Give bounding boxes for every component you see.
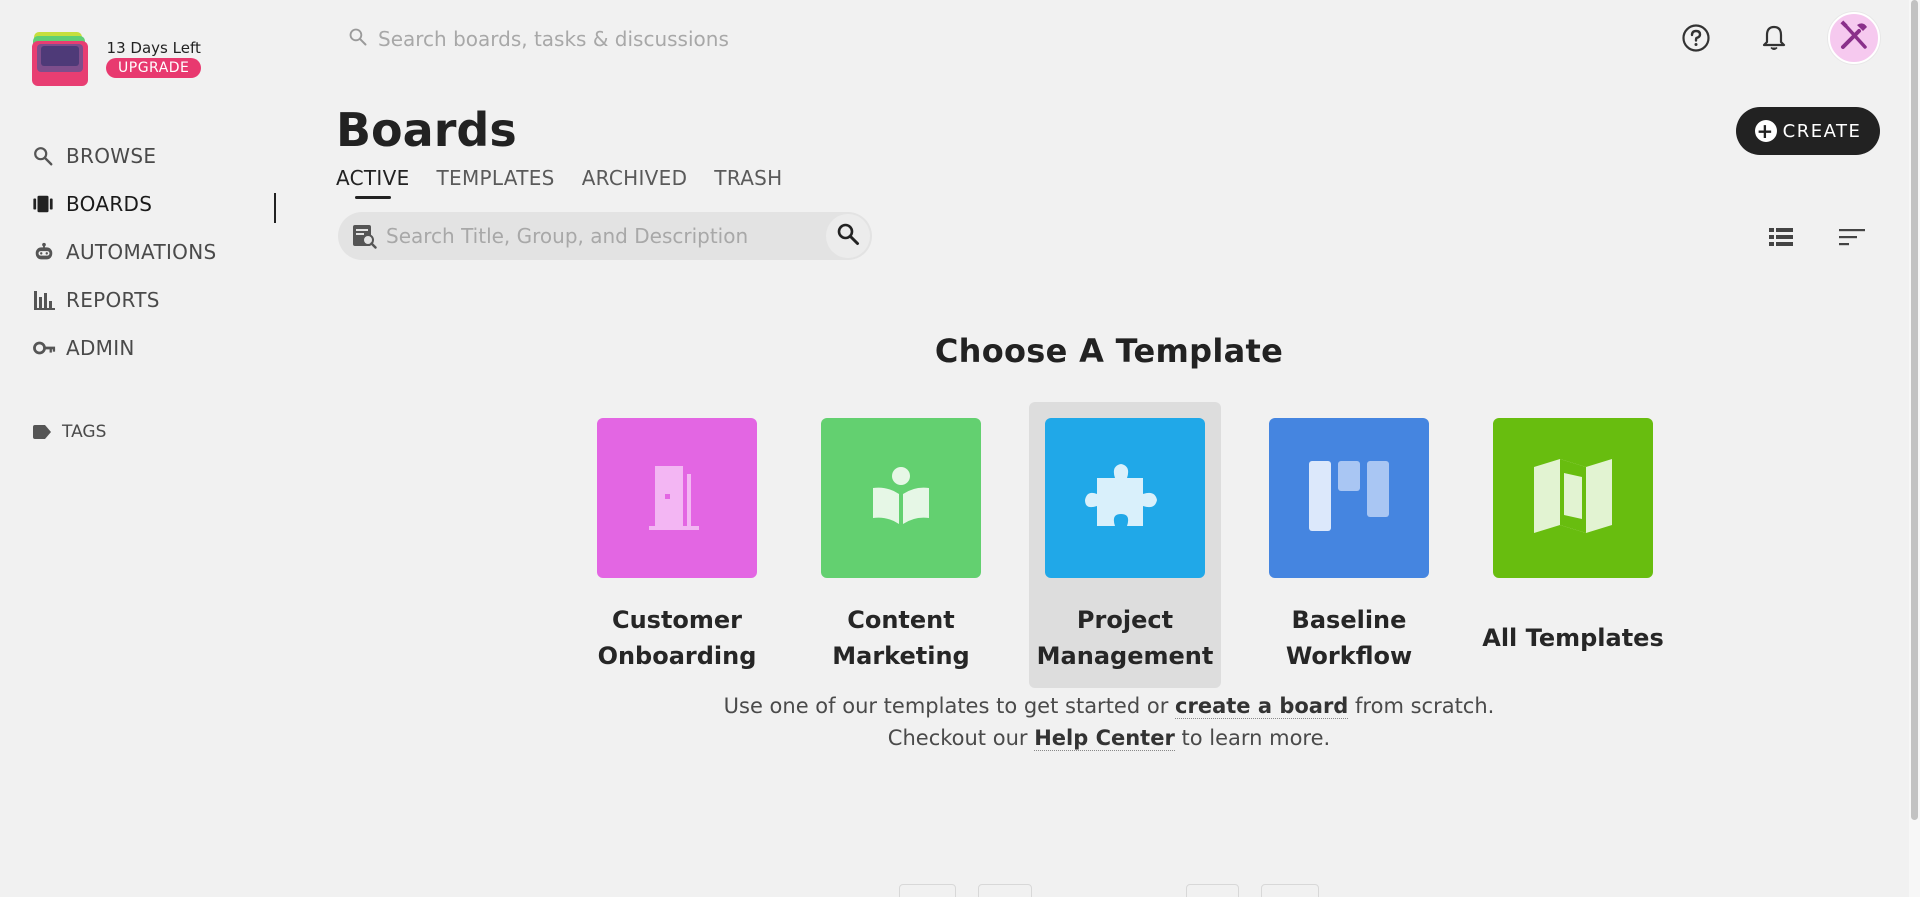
template-label: All Templates [1482, 624, 1664, 652]
template-content-marketing[interactable]: Content Marketing [805, 402, 997, 688]
tab-active[interactable]: ACTIVE [336, 166, 410, 199]
create-button[interactable]: + CREATE [1736, 107, 1880, 155]
robot-icon [32, 240, 58, 264]
tab-templates[interactable]: TEMPLATES [437, 166, 555, 190]
plus-icon: + [1754, 119, 1777, 143]
choose-template-title: Choose A Template [934, 332, 1284, 370]
sidebar-item-label: BOARDS [66, 192, 153, 216]
global-search-input[interactable] [378, 27, 918, 51]
template-project-management[interactable]: Project Management [1029, 402, 1221, 688]
brand: 13 Days Left UPGRADE [32, 30, 202, 86]
help-line-2: Checkout our Help Center to learn more. [887, 726, 1331, 751]
template-label: Baseline Workflow [1285, 606, 1413, 670]
bar-chart-icon [32, 288, 58, 312]
help-line-1: Use one of our templates to get started … [723, 694, 1495, 719]
door-icon [641, 460, 713, 536]
template-customer-onboarding[interactable]: Customer Onboarding [581, 402, 773, 688]
kanban-icon [1307, 459, 1391, 537]
template-list: Customer Onboarding Content Marketing Proj… [581, 402, 1701, 688]
sidebar-item-browse[interactable]: BROWSE [32, 132, 276, 180]
template-label: Customer Onboarding [597, 606, 757, 670]
template-tile [1045, 418, 1205, 578]
search-icon [836, 222, 860, 250]
placeholder-card [1261, 884, 1319, 897]
sidebar-item-label: TAGS [62, 422, 107, 442]
tab-trash[interactable]: TRASH [714, 166, 782, 190]
template-label: Project Management [1036, 606, 1214, 670]
board-search-input[interactable] [386, 224, 816, 248]
placeholder-card [899, 884, 956, 897]
sidebar-item-label: AUTOMATIONS [66, 240, 217, 264]
trial-status: 13 Days Left UPGRADE [106, 39, 202, 78]
logo[interactable] [32, 30, 88, 86]
sidebar-item-boards[interactable]: BOARDS [32, 180, 276, 228]
trial-days-left: 13 Days Left [107, 39, 201, 57]
template-help-text: Use one of our templates to get started … [0, 690, 1920, 754]
create-button-label: CREATE [1782, 120, 1862, 142]
board-search-button[interactable] [826, 214, 870, 258]
sort-icon[interactable] [1834, 221, 1870, 253]
sidebar-item-automations[interactable]: AUTOMATIONS [32, 228, 276, 276]
placeholder-card [978, 884, 1032, 897]
list-view-icon[interactable] [1763, 221, 1799, 253]
global-search [348, 22, 948, 56]
avatar[interactable] [1828, 12, 1880, 64]
template-label: Content Marketing [832, 606, 970, 670]
help-center-link[interactable]: Help Center [1034, 726, 1175, 751]
map-icon [1532, 455, 1614, 541]
page-title: Boards [336, 103, 517, 157]
tag-icon [32, 420, 54, 444]
reading-icon [869, 464, 933, 532]
template-baseline-workflow[interactable]: Baseline Workflow [1253, 402, 1445, 688]
puzzle-icon [1085, 456, 1165, 540]
boards-icon [32, 192, 58, 216]
help-icon[interactable] [1676, 18, 1716, 58]
search-icon [32, 144, 58, 168]
placeholder-card [1186, 884, 1239, 897]
upgrade-button[interactable]: UPGRADE [106, 57, 202, 78]
search-icon [348, 27, 368, 51]
avatar-tools-icon [1835, 17, 1873, 59]
trial-days-count: 13 [106, 38, 126, 57]
board-tabs: ACTIVE TEMPLATES ARCHIVED TRASH [336, 166, 810, 199]
create-board-link[interactable]: create a board [1175, 694, 1349, 719]
tab-archived[interactable]: ARCHIVED [582, 166, 688, 190]
sidebar-item-label: BROWSE [66, 144, 157, 168]
template-tile [821, 418, 981, 578]
template-tile [597, 418, 757, 578]
template-all-templates[interactable]: All Templates [1477, 402, 1669, 688]
trial-days-label: Days Left [130, 38, 201, 57]
document-search-icon [350, 222, 378, 250]
board-search [338, 212, 872, 260]
top-icons [1676, 12, 1880, 64]
sidebar-item-tags[interactable]: TAGS [32, 420, 106, 444]
sidebar-item-label: REPORTS [66, 288, 160, 312]
sidebar: 13 Days Left UPGRADE BROWSE BOARDS AUTOM… [0, 0, 290, 897]
page-scrollbar[interactable] [1909, 0, 1920, 897]
sidebar-item-reports[interactable]: REPORTS [32, 276, 276, 324]
scrollbar-thumb[interactable] [1911, 0, 1918, 820]
bell-icon[interactable] [1754, 18, 1794, 58]
template-tile [1269, 418, 1429, 578]
template-tile [1493, 418, 1653, 578]
